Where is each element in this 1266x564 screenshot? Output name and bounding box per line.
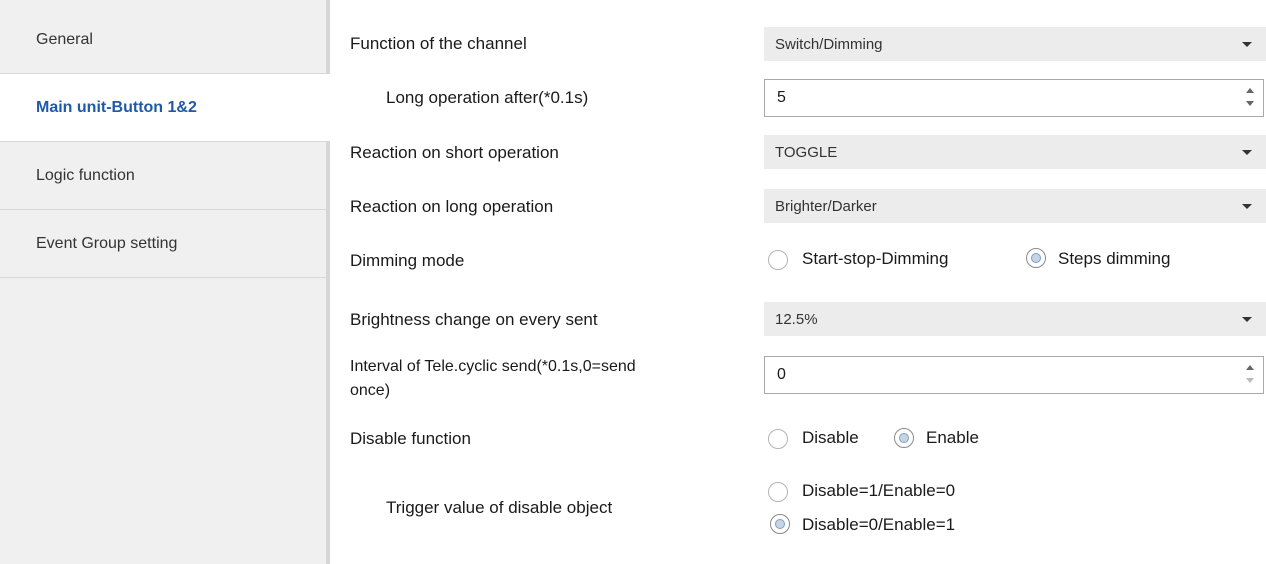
brightness-change-label: Brightness change on every sent: [350, 310, 598, 329]
short-reaction-label: Reaction on short operation: [350, 143, 559, 162]
chevron-down-icon: [1242, 204, 1252, 209]
radio-enable[interactable]: [894, 428, 914, 448]
chevron-down-icon: [1242, 150, 1252, 155]
long-reaction-value: Brighter/Darker: [775, 197, 877, 215]
disable-function-label: Disable function: [350, 429, 471, 448]
sidebar-item-general[interactable]: General: [0, 6, 326, 74]
interval-spinbox[interactable]: 0: [764, 356, 1264, 394]
radio-disable[interactable]: [768, 429, 788, 449]
sidebar: General Main unit-Button 1&2 Logic funct…: [0, 0, 330, 564]
interval-label-line2: once): [350, 382, 391, 399]
long-operation-label: Long operation after(*0.1s): [386, 88, 589, 107]
disable-option-label: Disable: [802, 428, 859, 447]
radio-start-stop-dimming[interactable]: [768, 250, 788, 270]
spin-arrows[interactable]: [1245, 86, 1255, 110]
spin-down-icon[interactable]: [1246, 378, 1254, 383]
dimming-mode-label: Dimming mode: [350, 251, 465, 270]
radio-steps-dimming[interactable]: [1026, 248, 1046, 268]
chevron-down-icon: [1242, 317, 1252, 322]
brightness-change-value: 12.5%: [775, 310, 818, 328]
disable1-enable0-label: Disable=1/Enable=0: [802, 481, 956, 500]
disable0-enable1-label: Disable=0/Enable=1: [802, 515, 956, 534]
sidebar-item-event-group-setting[interactable]: Event Group setting: [0, 210, 326, 278]
long-operation-value: 5: [777, 89, 786, 106]
trigger-value-label: Trigger value of disable object: [386, 498, 613, 517]
enable-option-label: Enable: [926, 428, 979, 447]
sidebar-item-label: Main unit-Button 1&2: [36, 98, 197, 116]
sidebar-item-logic-function[interactable]: Logic function: [0, 142, 326, 210]
sidebar-item-main-unit-button[interactable]: Main unit-Button 1&2: [0, 74, 330, 142]
interval-value: 0: [777, 366, 786, 383]
long-operation-spinbox[interactable]: 5: [764, 79, 1264, 117]
radio-disable0-enable1[interactable]: [770, 514, 790, 534]
brightness-change-select[interactable]: 12.5%: [764, 302, 1266, 336]
start-stop-dimming-label: Start-stop-Dimming: [802, 249, 949, 268]
function-channel-label: Function of the channel: [350, 34, 527, 53]
spin-down-icon[interactable]: [1246, 101, 1254, 106]
radio-disable1-enable0[interactable]: [768, 482, 788, 502]
long-reaction-label: Reaction on long operation: [350, 197, 554, 216]
steps-dimming-label: Steps dimming: [1058, 249, 1171, 268]
interval-label-line1: Interval of Tele.cyclic send(*0.1s,0=sen…: [350, 358, 636, 375]
function-channel-select[interactable]: Switch/Dimming: [764, 27, 1266, 61]
spin-up-icon[interactable]: [1246, 365, 1254, 370]
short-reaction-select[interactable]: TOGGLE: [764, 135, 1266, 169]
long-reaction-select[interactable]: Brighter/Darker: [764, 189, 1266, 223]
chevron-down-icon: [1242, 42, 1252, 47]
sidebar-item-label: General: [36, 30, 93, 48]
short-reaction-value: TOGGLE: [775, 143, 838, 161]
spin-up-icon[interactable]: [1246, 88, 1254, 93]
spin-arrows[interactable]: [1245, 363, 1255, 387]
sidebar-item-label: Logic function: [36, 166, 135, 184]
sidebar-item-label: Event Group setting: [36, 234, 178, 252]
function-channel-value: Switch/Dimming: [775, 35, 883, 53]
